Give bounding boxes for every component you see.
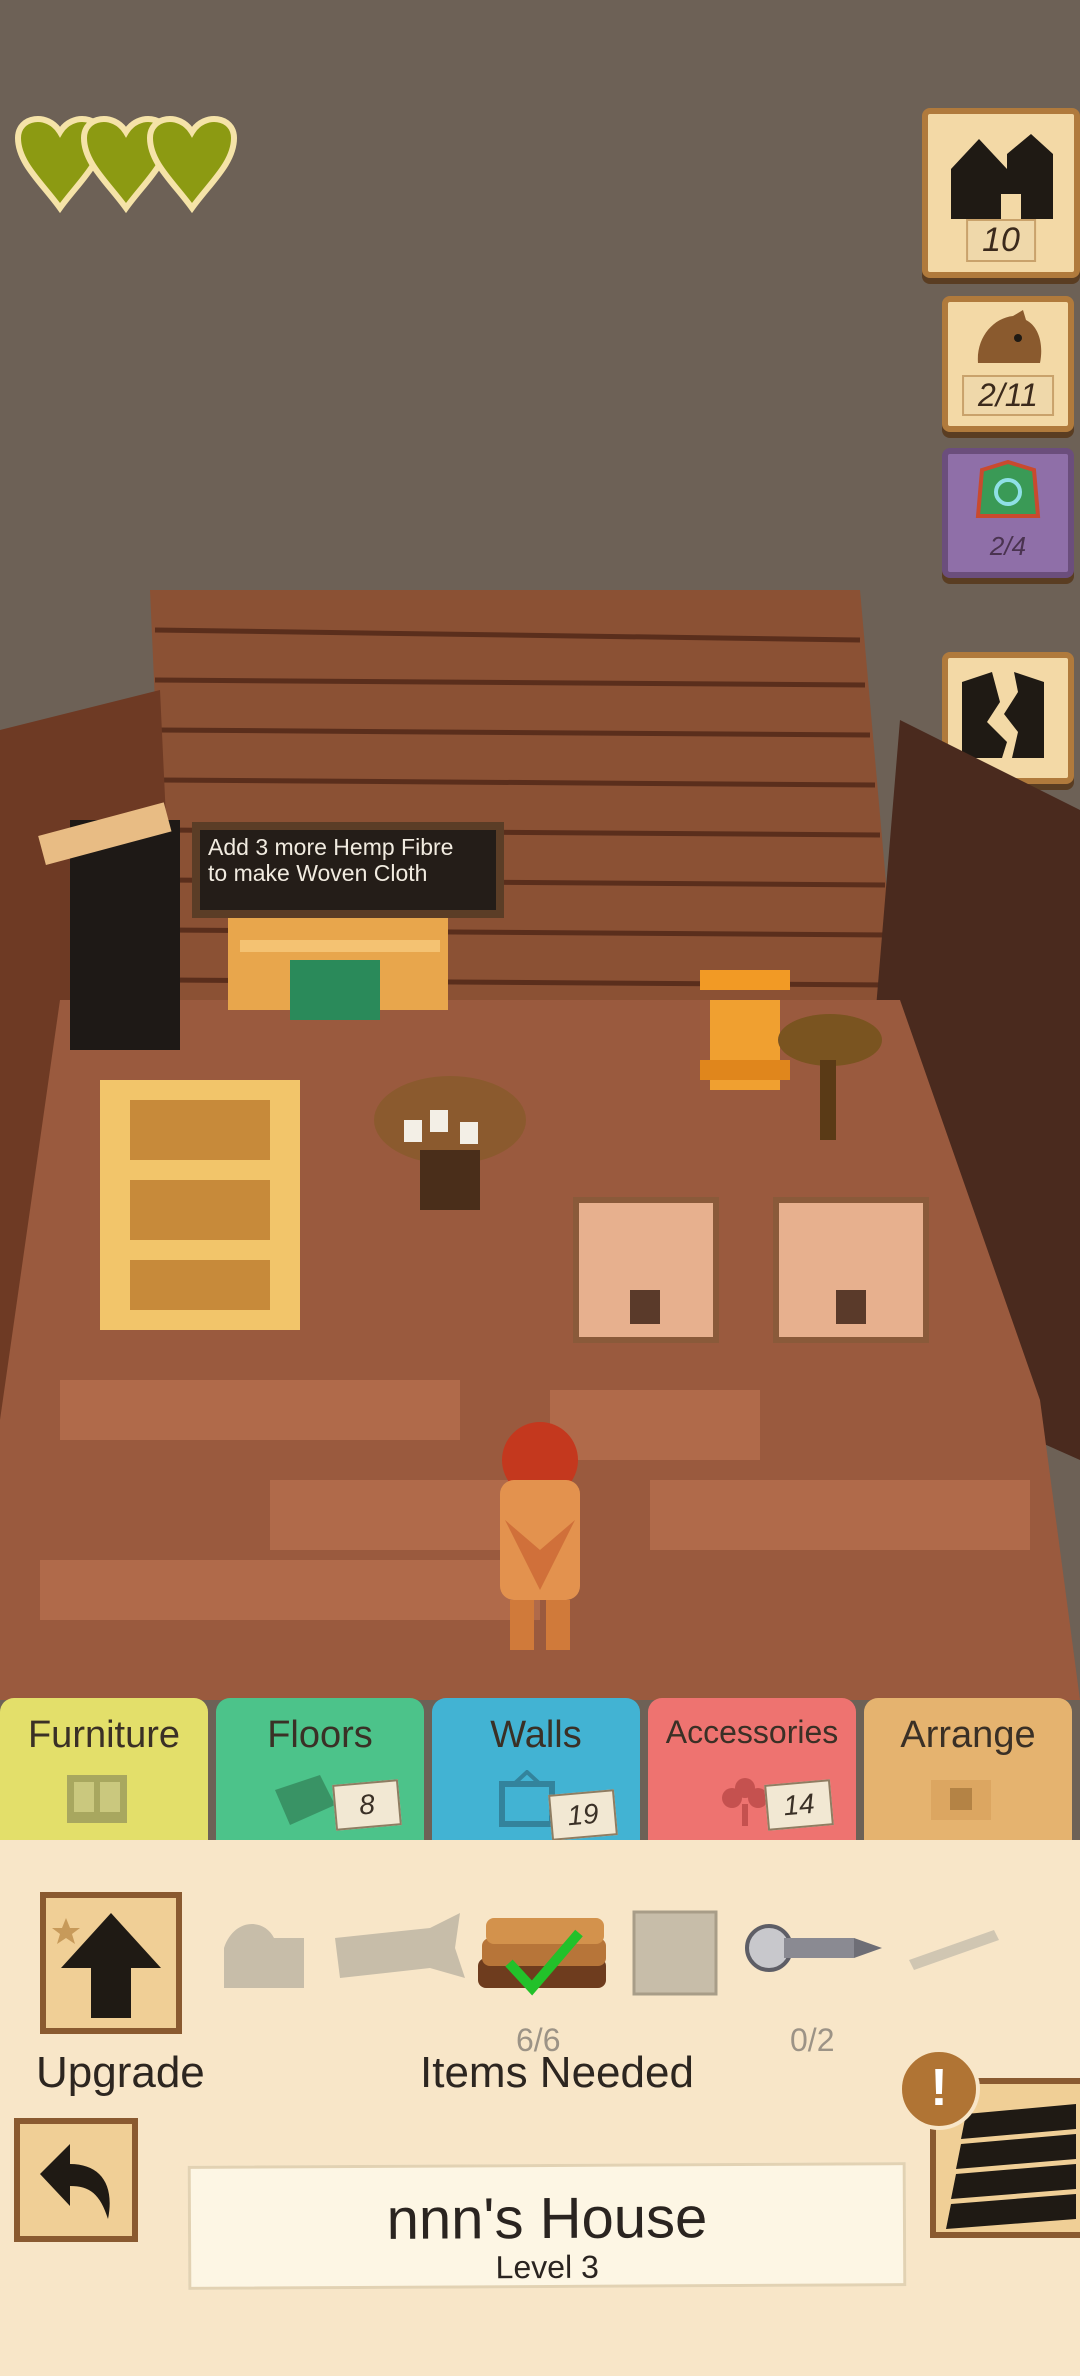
- house-level: Level 3: [495, 2248, 599, 2286]
- stone-block-icon: [224, 1924, 304, 1988]
- tab-furniture[interactable]: Furniture: [0, 1698, 208, 1848]
- back-arrow-icon: [40, 2144, 110, 2219]
- tab-walls-count: 19: [548, 1789, 618, 1841]
- creature-icon: [977, 310, 1042, 363]
- log-icon: [335, 1913, 465, 1978]
- floorboards-icon: [275, 1775, 335, 1825]
- chair[interactable]: [700, 970, 790, 1090]
- storage-chest[interactable]: [573, 1197, 719, 1343]
- house-icon: [951, 134, 1053, 219]
- tab-floors[interactable]: Floors 8: [216, 1698, 424, 1848]
- loom[interactable]: [228, 900, 448, 1020]
- house-name-box[interactable]: nnn's House Level 3: [187, 2162, 907, 2290]
- cabinet-icon: [67, 1775, 127, 1823]
- creatures-count: 2/11: [962, 375, 1054, 416]
- house-name: nnn's House: [386, 2185, 708, 2252]
- tab-floors-label: Floors: [267, 1714, 373, 1756]
- houses-button[interactable]: 10: [922, 108, 1080, 278]
- tab-floors-count: 8: [332, 1779, 402, 1831]
- back-button[interactable]: [14, 2118, 138, 2242]
- tab-walls-label: Walls: [490, 1714, 582, 1756]
- tab-accessories-count: 14: [764, 1779, 834, 1831]
- thin-planks-icon: [909, 1930, 999, 1970]
- tab-arrange[interactable]: Arrange: [864, 1698, 1072, 1848]
- tab-accessories-label: Accessories: [665, 1714, 839, 1750]
- storage-chest[interactable]: [773, 1197, 929, 1343]
- checkmark-icon: [505, 1929, 583, 1996]
- bookshelf[interactable]: [100, 1080, 300, 1330]
- alert-badge[interactable]: !: [898, 2048, 980, 2130]
- screws-needed-count: 0/2: [790, 2022, 835, 2058]
- task-chalkboard: Add 3 more Hemp Fibre to make Woven Clot…: [192, 822, 504, 918]
- house-room-scene[interactable]: [0, 560, 1080, 1700]
- rug-icon: [975, 460, 1041, 518]
- heart-icon: [146, 116, 238, 213]
- creatures-button[interactable]: 2/11: [942, 296, 1074, 432]
- upgrade-button[interactable]: [40, 1892, 182, 2034]
- tab-arrange-label: Arrange: [900, 1714, 1036, 1756]
- tab-walls[interactable]: Walls 19: [432, 1698, 640, 1858]
- screw-icon: [745, 1924, 882, 1972]
- task-text-line1: Add 3 more Hemp Fibre: [208, 834, 454, 860]
- items-needed-label: Items Needed: [420, 2048, 694, 2097]
- houses-count: 10: [966, 219, 1036, 262]
- arrange-icon: [931, 1780, 991, 1820]
- task-text-line2: to make Woven Cloth: [208, 860, 428, 886]
- tab-furniture-label: Furniture: [27, 1714, 181, 1756]
- rugs-button[interactable]: 2/4: [942, 448, 1074, 578]
- rugs-count: 2/4: [989, 531, 1027, 561]
- upgrade-label: Upgrade: [36, 2048, 205, 2097]
- health-hearts: [14, 116, 238, 213]
- tab-accessories[interactable]: Accessories 14: [648, 1698, 856, 1848]
- stone-slab-icon: [632, 1910, 718, 1996]
- arrow-up-icon: [52, 1913, 161, 2018]
